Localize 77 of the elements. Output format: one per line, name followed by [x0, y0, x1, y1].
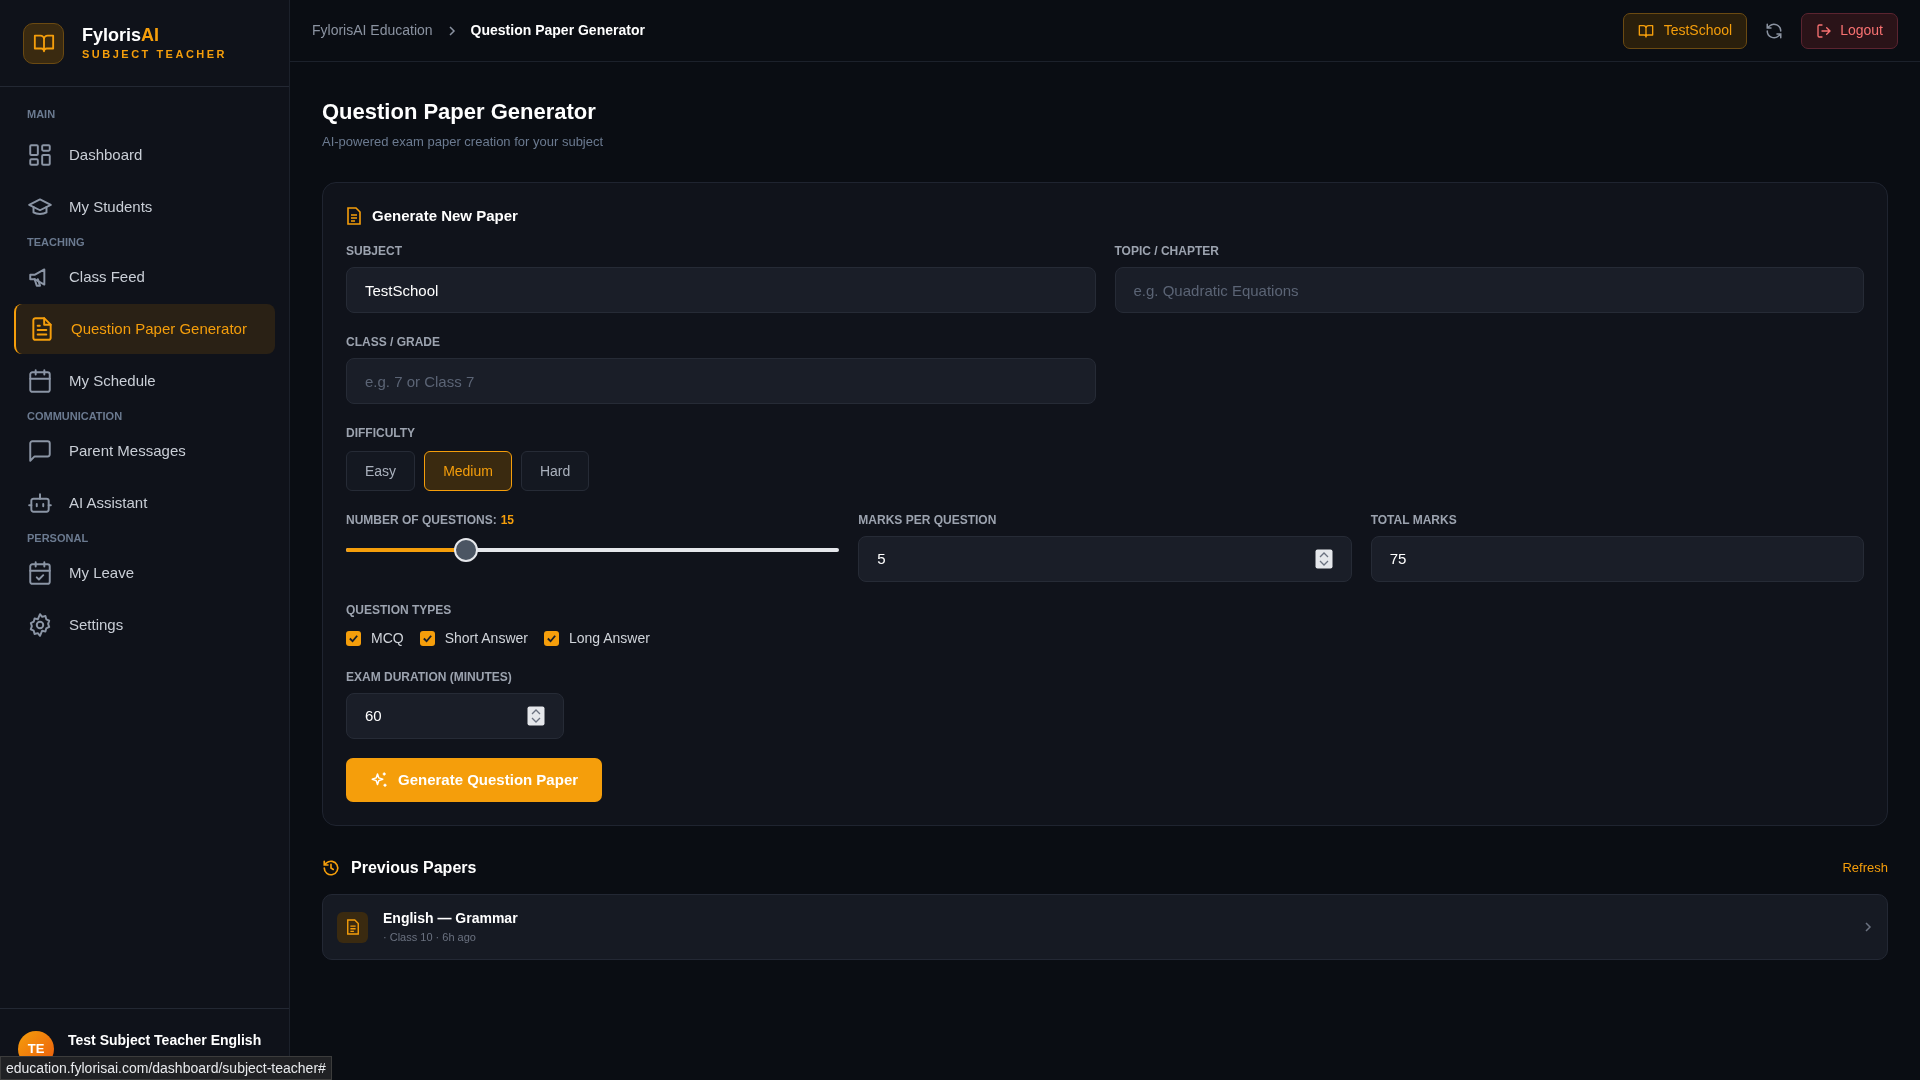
checkmark-icon: [348, 633, 359, 644]
breadcrumb-link[interactable]: FylorisAI Education: [312, 20, 433, 41]
chat-bubble-icon: [27, 438, 53, 464]
difficulty-option[interactable]: Easy: [346, 451, 416, 491]
field-label: CLASS / GRADE: [346, 334, 441, 350]
question-count: 15: [500, 512, 515, 528]
nav-item[interactable]: AI Assistant: [14, 477, 275, 529]
slider-thumb[interactable]: [453, 538, 478, 562]
logout-icon: [1816, 22, 1833, 39]
brand-name: FylorisAI: [82, 24, 161, 46]
nav-item[interactable]: My Leave: [14, 547, 275, 599]
field-label: TOTAL MARKS: [1370, 512, 1458, 528]
section-title: Previous Papers: [351, 858, 477, 878]
nav-section-label: MAIN: [26, 107, 57, 122]
marks-field[interactable]: 5: [858, 536, 1352, 582]
book-icon: [23, 22, 64, 64]
settings-icon: [27, 612, 53, 638]
spinner-icon[interactable]: [527, 706, 545, 726]
calendar-icon: [27, 368, 53, 394]
nav-item[interactable]: Question Paper Generator: [14, 304, 275, 354]
refresh-icon[interactable]: [1765, 21, 1784, 40]
total-marks-field[interactable]: 75: [1370, 536, 1864, 582]
field-label: TOPIC / CHAPTER: [1114, 243, 1220, 259]
paper-meta: · Class 10 · 6h ago: [383, 930, 477, 945]
spinner-icon[interactable]: [1314, 549, 1333, 569]
grid-icon: [27, 142, 53, 168]
school-button[interactable]: TestSchool: [1622, 12, 1748, 49]
nav-section-label: TEACHING: [26, 235, 86, 250]
chevron-right-icon: [446, 24, 457, 37]
card-title: Generate New Paper: [372, 205, 518, 226]
field-label: EXAM DURATION (MINUTES): [346, 669, 513, 685]
field-label: SUBJECT: [346, 243, 403, 259]
checkmark-icon: [545, 633, 557, 644]
history-icon: [322, 859, 340, 877]
checkmark-icon: [421, 633, 433, 644]
logout-button[interactable]: Logout: [1801, 12, 1898, 49]
checkbox[interactable]: [543, 631, 559, 646]
breadcrumb-current: Question Paper Generator: [470, 21, 645, 40]
page-subtitle: AI-powered exam paper creation for your subject: [322, 133, 605, 151]
field-label: MARKS PER QUESTION: [858, 512, 998, 528]
user-name: Test Subject Teacher English: [68, 1031, 262, 1049]
checkbox[interactable]: [419, 631, 435, 646]
chevron-right-icon: [1863, 921, 1873, 933]
topic-field[interactable]: e.g. Quadratic Equations: [1114, 267, 1864, 313]
page-title: Question Paper Generator: [322, 98, 597, 126]
difficulty-option[interactable]: Medium: [424, 451, 512, 491]
paper-title: English — Grammar: [383, 909, 518, 927]
duration-field[interactable]: 60: [346, 693, 564, 739]
field-label: DIFFICULTY: [346, 425, 417, 441]
nav-section-label: PERSONAL: [26, 531, 90, 546]
grade-field[interactable]: e.g. 7 or Class 7: [346, 358, 1096, 404]
brand-role: SUBJECT TEACHER: [82, 47, 228, 62]
nav-item[interactable]: My Students: [14, 181, 275, 233]
subject-field[interactable]: TestSchool: [346, 267, 1096, 313]
nav-item[interactable]: My Schedule: [14, 355, 275, 407]
refresh-link[interactable]: Refresh: [1842, 858, 1888, 878]
question-slider[interactable]: [346, 538, 840, 562]
nav-item[interactable]: Class Feed: [14, 251, 275, 303]
calendar-check-icon: [27, 560, 53, 586]
checkbox-label: Short Answer: [444, 629, 528, 648]
document-icon: [346, 206, 362, 225]
field-label: NUMBER OF QUESTIONS:: [346, 512, 497, 528]
status-url: education.fylorisai.com/dashboard/subject-teacher#: [0, 1056, 332, 1080]
checkbox-label: Long Answer: [568, 629, 650, 648]
book-icon: [1637, 22, 1654, 39]
paper-row[interactable]: English — Grammar · Class 10 · 6h ago: [322, 894, 1888, 960]
checkbox-label: MCQ: [371, 629, 404, 648]
document-icon: [29, 316, 55, 342]
nav-item[interactable]: Dashboard: [14, 129, 275, 181]
nav-item[interactable]: Parent Messages: [14, 425, 275, 477]
document-icon: [337, 911, 368, 943]
difficulty-option[interactable]: Hard: [520, 451, 590, 491]
checkbox[interactable]: [346, 631, 361, 646]
nav-item[interactable]: Settings: [14, 599, 275, 651]
field-label: QUESTION TYPES: [346, 602, 453, 618]
nav-section-label: COMMUNICATION: [26, 409, 124, 424]
sparkles-icon: [370, 771, 388, 789]
